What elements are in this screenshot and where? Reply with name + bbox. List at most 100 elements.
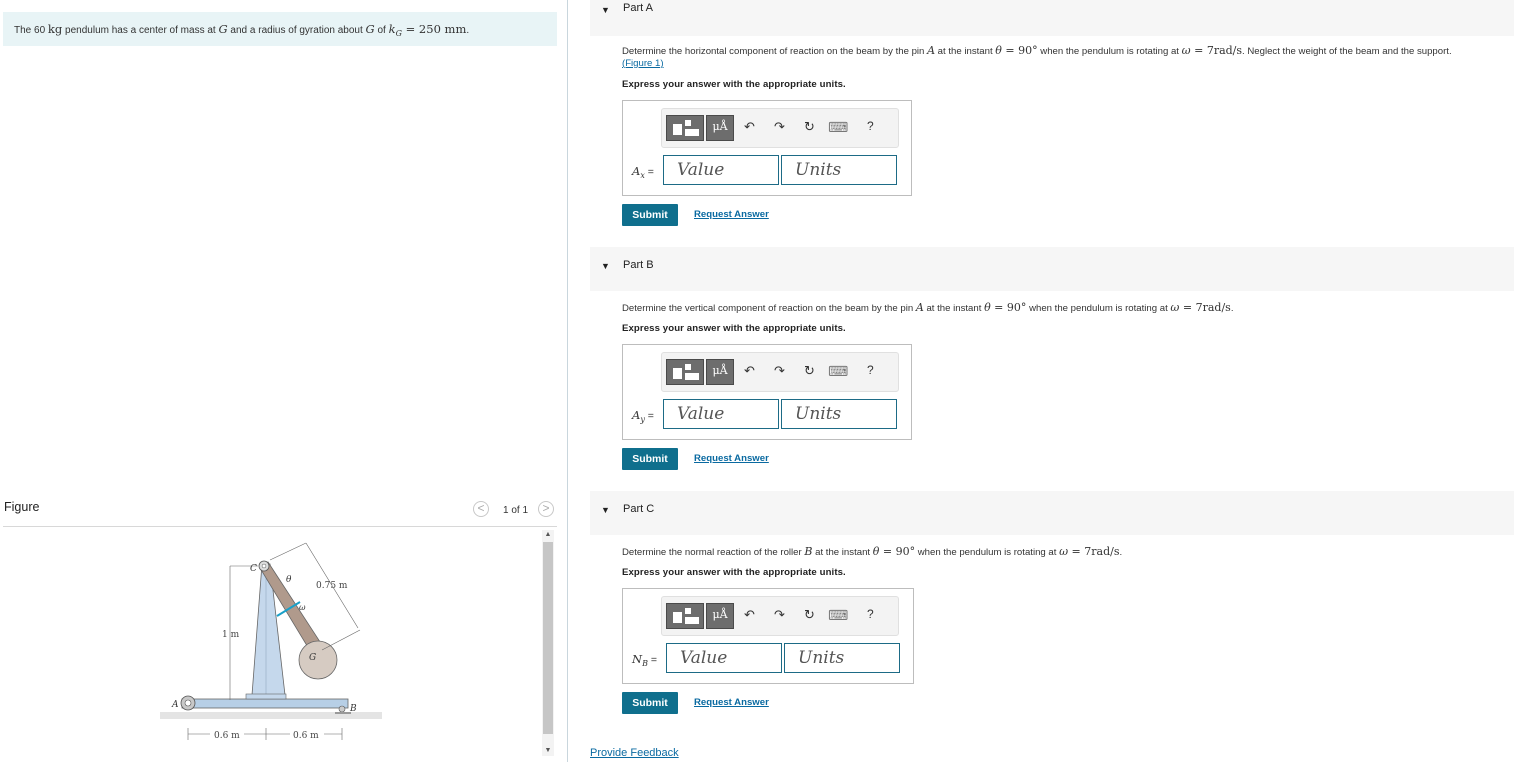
- reset-icon[interactable]: ↻: [804, 119, 815, 135]
- collapse-icon: ▼: [601, 5, 610, 15]
- math-toolbar: μÅ ↶ ↷ ↻ ⌨ ?: [661, 352, 899, 392]
- units-input[interactable]: Units: [781, 155, 897, 185]
- scroll-thumb[interactable]: [543, 542, 553, 734]
- part-c-label: Part C: [623, 503, 655, 515]
- part-b-answer-box: μÅ ↶ ↷ ↻ ⌨ ? Ay = Value Units: [622, 344, 912, 440]
- collapse-icon: ▼: [601, 261, 610, 271]
- question-text: Determine the horizontal component of re…: [622, 46, 928, 57]
- problem-math: G: [218, 22, 228, 36]
- problem-math: k: [388, 22, 396, 36]
- part-a-answer-box: μÅ ↶ ↷ ↻ ⌨ ? Ax = Value Units: [622, 100, 912, 196]
- redo-icon[interactable]: ↷: [774, 607, 785, 623]
- help-icon[interactable]: ?: [867, 119, 874, 133]
- pane-divider[interactable]: [567, 0, 568, 762]
- keyboard-icon[interactable]: ⌨: [828, 363, 848, 380]
- help-icon[interactable]: ?: [867, 607, 874, 621]
- problem-text: .: [466, 25, 470, 36]
- part-c-question: Determine the normal reaction of the rol…: [622, 545, 1122, 558]
- units-input[interactable]: Units: [781, 399, 897, 429]
- reset-icon[interactable]: ↻: [804, 363, 815, 379]
- templates-button[interactable]: [666, 359, 704, 385]
- provide-feedback-link[interactable]: Provide Feedback: [590, 747, 679, 759]
- label-omega: ω: [299, 603, 306, 612]
- redo-icon[interactable]: ↷: [774, 119, 785, 135]
- units-symbols-button[interactable]: μÅ: [706, 603, 734, 629]
- label-a: A: [171, 700, 179, 710]
- help-icon[interactable]: ?: [867, 363, 874, 377]
- question-text: at the instant: [935, 46, 996, 57]
- label-c: C: [250, 564, 257, 574]
- undo-icon[interactable]: ↶: [744, 363, 755, 379]
- figure-prev-button[interactable]: <: [473, 501, 489, 517]
- pendulum-bob: [298, 640, 338, 680]
- beam: [181, 698, 349, 709]
- scroll-up-arrow[interactable]: ▲: [542, 530, 554, 540]
- redo-icon[interactable]: ↷: [774, 363, 785, 379]
- keyboard-icon[interactable]: ⌨: [828, 119, 848, 136]
- reset-icon[interactable]: ↻: [804, 607, 815, 623]
- left-pane: The 60 kg pendulum has a center of mass …: [0, 0, 562, 762]
- answer-label: NB =: [632, 652, 657, 668]
- label-dim1: 0.6 m: [214, 731, 240, 741]
- problem-text: The 60: [14, 25, 48, 36]
- request-answer-link[interactable]: Request Answer: [694, 209, 769, 220]
- question-text: Determine the vertical component of reac…: [622, 303, 916, 314]
- math-toolbar: μÅ ↶ ↷ ↻ ⌨ ?: [661, 596, 899, 636]
- undo-icon[interactable]: ↶: [744, 607, 755, 623]
- value-input[interactable]: Value: [663, 399, 779, 429]
- submit-button[interactable]: Submit: [622, 448, 678, 470]
- part-b-header[interactable]: ▼ Part B: [590, 247, 1514, 291]
- question-math: = 7rad/s: [1068, 545, 1120, 558]
- units-symbols-button[interactable]: μÅ: [706, 115, 734, 141]
- label-g: G: [309, 653, 316, 663]
- figure-link[interactable]: (Figure 1): [622, 58, 664, 69]
- templates-button[interactable]: [666, 115, 704, 141]
- part-a-instruction: Express your answer with the appropriate…: [622, 79, 846, 90]
- problem-text: and a radius of gyration about: [227, 25, 366, 36]
- request-answer-link[interactable]: Request Answer: [694, 453, 769, 464]
- right-pane: ▼ Part A Determine the horizontal compon…: [590, 0, 1514, 762]
- question-math: = 7rad/s: [1179, 301, 1231, 314]
- problem-text: of: [374, 25, 389, 36]
- question-math: θ: [984, 301, 991, 314]
- question-math: ω: [1181, 44, 1191, 57]
- label-dim2: 0.6 m: [293, 731, 319, 741]
- part-a-question: Determine the horizontal component of re…: [622, 44, 1452, 57]
- figure-next-button[interactable]: >: [538, 501, 554, 517]
- figure-header: Figure < 1 of 1 >: [3, 496, 557, 527]
- question-text: when the pendulum is rotating at: [915, 547, 1060, 558]
- submit-button[interactable]: Submit: [622, 204, 678, 226]
- question-text: when the pendulum is rotating at: [1037, 46, 1182, 57]
- request-answer-link[interactable]: Request Answer: [694, 697, 769, 708]
- pin-a: [184, 699, 192, 707]
- units-symbols-button[interactable]: μÅ: [706, 359, 734, 385]
- tower-base: [245, 693, 287, 700]
- figure-scrollbar[interactable]: ▲ ▼: [542, 530, 554, 756]
- question-math: A: [927, 44, 936, 57]
- label-length: 0.75 m: [316, 581, 348, 591]
- scroll-down-arrow[interactable]: ▼: [542, 746, 554, 756]
- part-a-header[interactable]: ▼ Part A: [590, 0, 1514, 36]
- math-toolbar: μÅ ↶ ↷ ↻ ⌨ ?: [661, 108, 899, 148]
- figure-title: Figure: [4, 500, 40, 514]
- templates-button[interactable]: [666, 603, 704, 629]
- question-math: A: [915, 301, 924, 314]
- answer-equals: =: [644, 410, 654, 422]
- units-input[interactable]: Units: [784, 643, 900, 673]
- undo-icon[interactable]: ↶: [744, 119, 755, 135]
- value-input[interactable]: Value: [663, 155, 779, 185]
- keyboard-icon[interactable]: ⌨: [828, 607, 848, 624]
- question-math: = 90°: [990, 301, 1027, 314]
- part-c-header[interactable]: ▼ Part C: [590, 491, 1514, 535]
- question-text: .: [1230, 303, 1234, 314]
- part-b-question: Determine the vertical component of reac…: [622, 301, 1233, 314]
- figure-count: 1 of 1: [503, 505, 529, 516]
- question-text: at the instant: [923, 303, 985, 314]
- part-b-instruction: Express your answer with the appropriate…: [622, 323, 846, 334]
- value-input[interactable]: Value: [666, 643, 782, 673]
- question-text: . Neglect the weight of the beam and the…: [1242, 46, 1452, 57]
- submit-button[interactable]: Submit: [622, 692, 678, 714]
- problem-math: kg: [47, 22, 63, 36]
- problem-math: = 250 mm: [401, 22, 467, 36]
- dim-line: [269, 542, 307, 561]
